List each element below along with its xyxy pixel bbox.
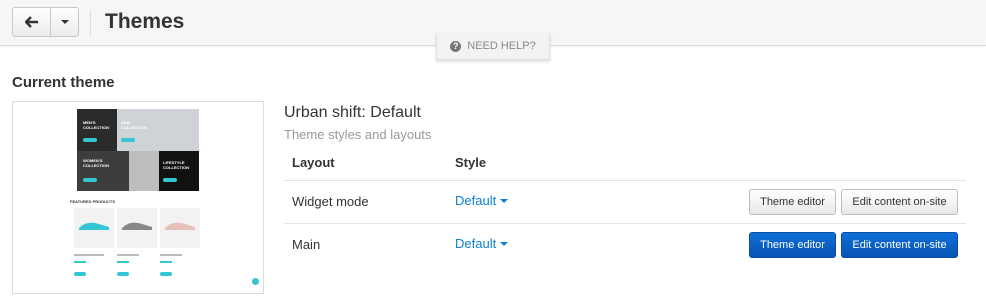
shoe-pink-icon (165, 222, 195, 230)
column-header-layout: Layout (292, 155, 335, 170)
preview-banner-lifestyle (159, 151, 199, 191)
preview-banner-text: NEW COLLECTION (121, 120, 147, 130)
shoe-teal-icon (79, 222, 109, 230)
preview-banner-mens (77, 109, 117, 151)
preview-product-text (160, 254, 182, 256)
preview-banner-new (117, 109, 199, 151)
preview-banner-button (121, 138, 135, 142)
scroll-indicator-dot (252, 278, 259, 285)
layout-name: Main (292, 237, 321, 252)
caret-down-icon (60, 20, 69, 24)
arrow-left-icon (24, 16, 38, 28)
preview-banner-text: MEN'S COLLECTION (83, 120, 109, 130)
page-title: Themes (105, 10, 185, 33)
preview-banner-womens (77, 151, 129, 191)
theme-editor-button[interactable]: Theme editor (749, 232, 836, 258)
preview-banner-button (83, 178, 97, 182)
preview-banner-button (83, 138, 97, 142)
back-button[interactable] (13, 8, 51, 36)
preview-banner-button (163, 178, 177, 182)
column-header-style: Style (455, 155, 487, 170)
toolbar-divider (90, 10, 91, 36)
preview-product-button (74, 272, 86, 276)
layout-name: Widget mode (292, 194, 369, 209)
preview-product-price (117, 261, 129, 263)
preview-banner-text: LIFESTYLE COLLECTION (163, 160, 189, 170)
preview-product-text (117, 254, 139, 256)
preview-product-text (74, 254, 104, 256)
style-dropdown-label: Default (455, 193, 497, 208)
edit-content-on-site-button[interactable]: Edit content on-site (841, 232, 958, 258)
caret-down-icon (500, 198, 509, 203)
table-divider (284, 223, 966, 224)
caret-down-icon (500, 241, 509, 246)
style-dropdown[interactable]: Default (455, 193, 509, 208)
preview-product-button (117, 272, 129, 276)
back-button-group (12, 7, 79, 37)
table-divider (284, 180, 966, 181)
section-title-current-theme: Current theme (12, 74, 115, 91)
need-help-button[interactable]: ? NEED HELP? (436, 33, 550, 60)
preview-product-price (160, 261, 172, 263)
need-help-label: NEED HELP? (467, 40, 536, 52)
preview-shoe-image (129, 151, 159, 191)
shoe-grey-icon (122, 222, 152, 230)
theme-subtitle: Theme styles and layouts (284, 127, 432, 142)
preview-featured-label: FEATURED PRODUCTS (70, 199, 116, 204)
theme-editor-button[interactable]: Theme editor (749, 189, 836, 215)
back-dropdown-button[interactable] (51, 8, 78, 36)
preview-product-button (160, 272, 172, 276)
question-circle-icon: ? (450, 40, 462, 52)
style-dropdown-label: Default (455, 236, 497, 251)
preview-product-price (74, 261, 86, 263)
style-dropdown[interactable]: Default (455, 236, 509, 251)
theme-preview-image[interactable]: MEN'S COLLECTION NEW COLLECTION WOMEN'S … (12, 101, 264, 294)
edit-content-on-site-button[interactable]: Edit content on-site (841, 189, 958, 215)
theme-name: Urban shift: Default (284, 104, 421, 121)
preview-banner-text: WOMEN'S COLLECTION (83, 158, 109, 168)
